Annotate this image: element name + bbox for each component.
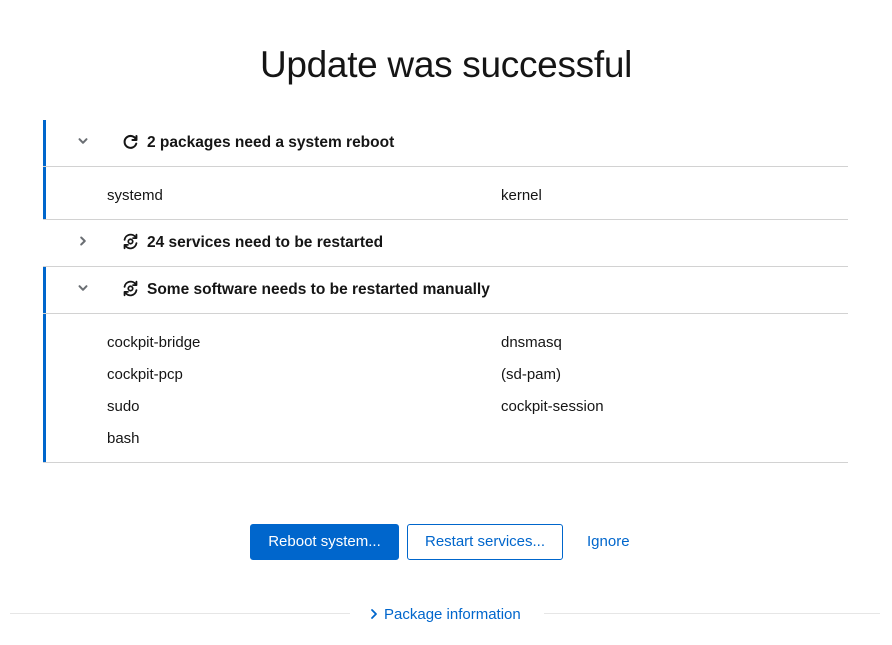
section-restart-services-title: 24 services need to be restarted	[147, 234, 384, 251]
update-success-page: Update was successful 2 packages need a …	[0, 0, 892, 645]
restart-manually-icon	[121, 279, 139, 297]
page-title: Update was successful	[259, 44, 633, 85]
section-reboot-packages: 2 packages need a system reboot systemd …	[43, 120, 848, 220]
section-restart-services-header[interactable]: 24 services need to be restarted	[43, 220, 848, 266]
section-restart-services: 24 services need to be restarted	[43, 220, 848, 267]
section-reboot-packages-body: systemd kernel	[43, 167, 848, 219]
section-restart-manually-body: cockpit-bridge dnsmasq cockpit-pcp (sd-p…	[43, 314, 848, 462]
list-item: (sd-pam)	[501, 366, 562, 383]
list-item: cockpit-pcp	[107, 366, 183, 383]
list-item: cockpit-bridge	[107, 334, 201, 351]
section-restart-manually: Some software needs to be restarted manu…	[43, 267, 848, 463]
list-item: dnsmasq	[501, 334, 562, 351]
package-information-toggle[interactable]: Package information	[366, 600, 525, 628]
list-item: kernel	[501, 187, 542, 204]
section-reboot-packages-title: 2 packages need a system reboot	[147, 134, 395, 151]
chevron-right-icon[interactable]	[75, 233, 91, 249]
section-restart-manually-header[interactable]: Some software needs to be restarted manu…	[43, 267, 848, 314]
chevron-down-icon[interactable]	[75, 280, 91, 296]
reboot-system-button[interactable]: Reboot system...	[250, 524, 399, 560]
restart-services-button[interactable]: Restart services...	[407, 524, 563, 560]
package-information-expander: Package information	[10, 600, 880, 628]
section-restart-manually-title: Some software needs to be restarted manu…	[147, 281, 490, 298]
package-list: systemd kernel	[107, 187, 848, 205]
list-item: bash	[107, 430, 140, 447]
list-item: cockpit-session	[501, 398, 604, 415]
action-buttons: Reboot system... Restart services... Ign…	[250, 524, 645, 560]
reboot-icon	[121, 132, 139, 150]
ignore-button[interactable]: Ignore	[572, 524, 645, 560]
chevron-down-icon[interactable]	[75, 133, 91, 149]
list-item: systemd	[107, 187, 163, 204]
chevron-right-icon	[370, 607, 380, 621]
list-item: sudo	[107, 398, 140, 415]
divider-left	[10, 613, 350, 614]
package-information-label: Package information	[384, 605, 521, 623]
divider-right	[544, 613, 880, 614]
process-list: cockpit-bridge dnsmasq cockpit-pcp (sd-p…	[107, 334, 848, 448]
restart-accordion: 2 packages need a system reboot systemd …	[43, 120, 848, 463]
restart-services-icon	[121, 232, 139, 250]
section-reboot-packages-header[interactable]: 2 packages need a system reboot	[43, 120, 848, 167]
